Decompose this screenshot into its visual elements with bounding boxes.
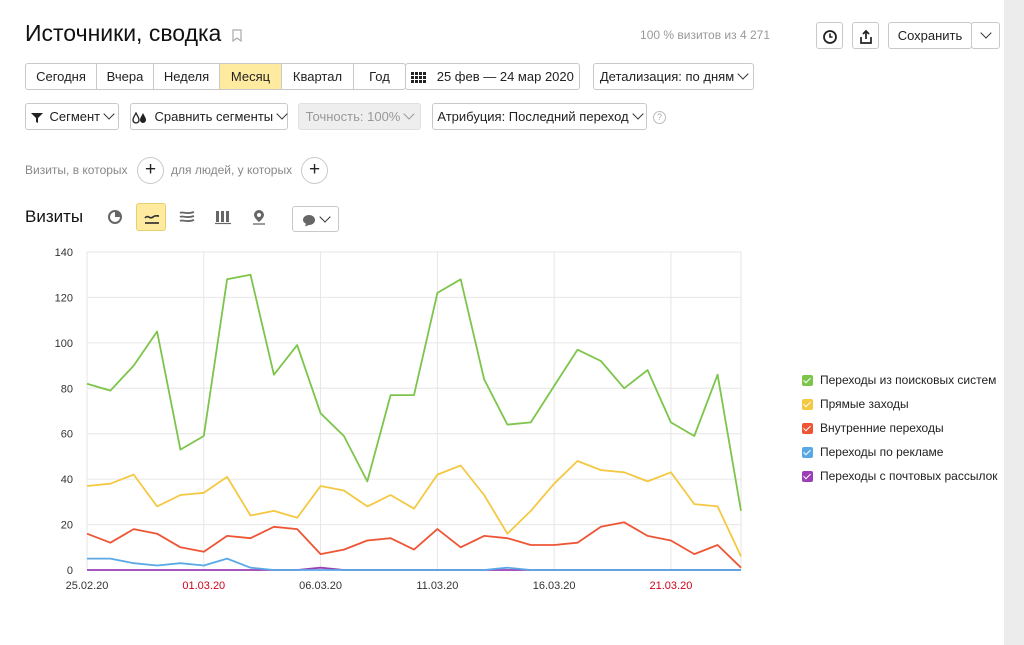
y-tick-label: 40 [61, 474, 73, 486]
y-tick-label: 60 [61, 429, 73, 441]
pie-icon [108, 210, 122, 224]
segment-dropdown[interactable]: Сегмент [25, 103, 119, 130]
add-people-condition-button[interactable]: + [301, 157, 328, 184]
comment-icon [303, 215, 315, 227]
upload-icon [859, 29, 872, 44]
add-visit-condition-button[interactable]: + [137, 157, 164, 184]
period-quarter[interactable]: Квартал [282, 64, 354, 89]
period-week[interactable]: Неделя [154, 64, 220, 89]
map-pin-icon [253, 210, 265, 225]
drops-icon [132, 111, 146, 124]
sampling-info: 100 % визитов из 4 271 [640, 28, 770, 42]
legend-checkbox[interactable] [802, 374, 813, 386]
map-chart-button[interactable] [244, 203, 274, 231]
chevron-down-icon [319, 211, 331, 223]
save-options-button[interactable] [971, 22, 1000, 49]
visits-line-chart: 0 20 40 60 80 100 120 140 25.02.20 01.03.20 06.03.… [55, 247, 742, 592]
segment-label: Сегмент [49, 109, 101, 124]
chart-legend: Переходы из поисковых систем Прямые захо… [802, 368, 998, 488]
date-range-label: 25 фев — 24 мар 2020 [436, 69, 574, 84]
series-line [86, 460, 742, 557]
compare-segments-dropdown[interactable]: Сравнить сегменты [130, 103, 288, 130]
legend-checkbox[interactable] [802, 398, 813, 410]
chevron-down-icon [276, 108, 288, 120]
column-chart-button[interactable] [208, 203, 238, 231]
y-tick-label: 140 [55, 247, 73, 259]
y-tick-label: 120 [55, 292, 73, 304]
legend-label: Переходы из поисковых систем [820, 373, 997, 387]
period-yesterday[interactable]: Вчера [97, 64, 154, 89]
chevron-down-icon [403, 108, 416, 120]
legend-item[interactable]: Переходы по рекламе [802, 440, 998, 464]
chevron-down-icon [103, 108, 115, 120]
area-chart-button[interactable] [172, 203, 202, 231]
series-line [87, 557, 741, 571]
period-selector: Сегодня Вчера Неделя Месяц Квартал Год [25, 63, 406, 90]
column-icon [215, 211, 231, 225]
legend-label: Внутренние переходы [820, 421, 944, 435]
legend-label: Переходы с почтовых рассылок [820, 469, 998, 483]
date-range-button[interactable]: 25 фев — 24 мар 2020 [405, 63, 580, 90]
calendar-icon [411, 71, 427, 83]
y-tick-label: 0 [67, 565, 73, 577]
page-title: Источники, сводка [25, 20, 222, 46]
pie-chart-button[interactable] [100, 203, 130, 231]
chevron-down-icon [979, 27, 992, 39]
legend-label: Переходы по рекламе [820, 445, 944, 459]
detail-dropdown[interactable]: Детализация: по дням [593, 63, 754, 90]
y-tick-label: 80 [61, 383, 73, 395]
x-tick-label: 01.03.20 [182, 580, 225, 592]
x-tick-label: 25.02.20 [66, 580, 109, 592]
line-icon [144, 214, 160, 224]
line-chart-button[interactable] [136, 203, 166, 231]
bookmark-icon[interactable] [232, 29, 242, 42]
attribution-dropdown[interactable]: Атрибуция: Последний переход [432, 103, 647, 130]
x-tick-label: 21.03.20 [650, 580, 693, 592]
period-today[interactable]: Сегодня [26, 64, 97, 89]
export-button[interactable] [852, 22, 879, 49]
history-button[interactable] [816, 22, 843, 49]
y-tick-label: 100 [55, 338, 73, 350]
filter-icon [30, 112, 43, 123]
legend-item[interactable]: Внутренние переходы [802, 416, 998, 440]
chevron-down-icon [737, 68, 749, 80]
report-page: Источники, сводка 100 % визитов из 4 271… [0, 0, 1005, 645]
legend-checkbox[interactable] [802, 446, 813, 458]
legend-checkbox[interactable] [802, 422, 813, 434]
legend-checkbox[interactable] [802, 470, 813, 482]
attribution-label: Атрибуция: Последний переход [437, 109, 629, 124]
detail-label: Детализация: по дням [599, 69, 735, 84]
period-month[interactable]: Месяц [220, 64, 282, 89]
chevron-down-icon [631, 108, 644, 120]
series-line [86, 521, 742, 569]
period-year[interactable]: Год [354, 64, 405, 89]
legend-label: Прямые заходы [820, 397, 909, 411]
page-scroll-gutter [1004, 0, 1024, 645]
people-condition-label: для людей, у которых [171, 163, 293, 177]
legend-item[interactable]: Прямые заходы [802, 392, 998, 416]
chart-grid [86, 251, 742, 571]
clock-icon [822, 29, 837, 44]
section-title: Визиты [25, 207, 84, 226]
area-icon [179, 211, 195, 223]
legend-item[interactable]: Переходы из поисковых систем [802, 368, 998, 392]
x-tick-label: 06.03.20 [299, 580, 342, 592]
compare-label: Сравнить сегменты [154, 109, 274, 124]
save-button[interactable]: Сохранить [888, 22, 972, 49]
x-tick-label: 16.03.20 [533, 580, 576, 592]
help-icon[interactable]: ? [653, 111, 666, 124]
y-tick-label: 20 [61, 520, 73, 532]
legend-item[interactable]: Переходы с почтовых рассылок [802, 464, 998, 488]
accuracy-dropdown[interactable]: Точность: 100% [298, 103, 421, 130]
save-button-label: Сохранить [897, 28, 963, 43]
annotations-dropdown[interactable] [292, 206, 339, 232]
accuracy-label: Точность: 100% [305, 109, 401, 124]
x-tick-label: 11.03.20 [416, 580, 458, 592]
chart-series [86, 273, 742, 571]
series-line [86, 273, 742, 512]
visits-condition-label: Визиты, в которых [25, 163, 128, 177]
